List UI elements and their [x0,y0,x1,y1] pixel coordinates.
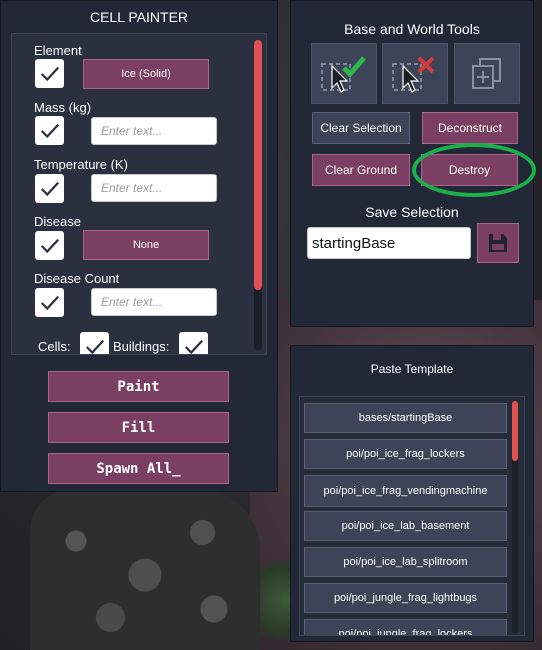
list-item[interactable]: poi/poi_ice_frag_lockers [304,439,507,469]
cells-checkbox[interactable] [80,332,109,354]
floppy-disk-icon [489,234,507,252]
spawn-all-button[interactable]: Spawn All_ [48,453,229,484]
temperature-input[interactable]: Enter text... [91,174,217,202]
panel-title: Paste Template [370,362,454,376]
check-icon [40,238,59,253]
mass-input[interactable]: Enter text... [91,117,217,145]
check-icon [40,66,59,81]
scrollbar-thumb[interactable] [512,401,518,461]
save-button[interactable] [477,223,519,263]
copy-icon [472,57,501,89]
disease-count-checkbox[interactable] [35,288,64,317]
list-item[interactable]: poi/poi_ice_lab_splitroom [304,547,507,577]
panel-title: CELL PAINTER [89,9,189,25]
save-selection-label: Save Selection [365,204,459,220]
mass-label: Mass (kg) [34,100,92,115]
disease-count-input[interactable]: Enter text... [91,288,217,316]
list-item[interactable]: poi/poi_jungle_frag_lightbugs [304,583,507,613]
element-label: Element [34,43,82,58]
deconstruct-button[interactable]: Deconstruct [422,112,518,144]
check-icon [184,339,203,354]
deselect-area-button[interactable] [382,43,448,104]
temperature-checkbox[interactable] [35,174,64,203]
save-name-input[interactable]: startingBase [307,227,471,259]
disease-count-label: Disease Count [34,271,120,286]
stone-terrain [30,490,260,650]
cell-painter-panel: CELL PAINTER Element Ice (Solid) Mass (k… [0,0,278,492]
check-icon [40,181,59,196]
list-item[interactable]: poi/poi_jungle_frag_lockers [304,619,507,635]
list-item[interactable]: bases/startingBase [304,403,507,433]
temperature-label: Temperature (K) [34,157,128,172]
highlight-ring-annotation [412,143,536,197]
check-icon [40,123,59,138]
clear-selection-button[interactable]: Clear Selection [312,112,410,144]
mass-checkbox[interactable] [35,116,64,145]
copy-button[interactable] [454,43,520,104]
scrollbar-thumb[interactable] [254,40,262,290]
element-select-button[interactable]: Ice (Solid) [83,59,209,89]
panel-title: Base and World Tools [344,21,480,37]
select-area-icon [321,55,366,93]
list-item[interactable]: poi/poi_ice_frag_vendingmachine [304,475,507,507]
paint-button[interactable]: Paint [48,371,229,402]
paste-template-panel: Paste Template bases/startingBase poi/po… [290,345,534,642]
buildings-label: Buildings: [113,339,170,354]
fill-button[interactable]: Fill [48,412,229,443]
disease-label: Disease [34,214,81,229]
template-list[interactable]: bases/startingBase poi/poi_ice_frag_lock… [299,396,525,636]
element-checkbox[interactable] [35,59,64,88]
select-area-button[interactable] [311,43,377,104]
buildings-checkbox[interactable] [179,332,208,354]
check-icon [40,295,59,310]
check-icon [85,339,104,354]
list-item[interactable]: poi/poi_ice_lab_basement [304,511,507,541]
clear-ground-button[interactable]: Clear Ground [312,154,410,186]
disease-checkbox[interactable] [35,231,64,260]
disease-select-button[interactable]: None [83,230,209,260]
cells-label: Cells: [38,339,71,354]
cell-painter-scroll-area[interactable]: Element Ice (Solid) Mass (kg) Enter text… [11,33,267,355]
deselect-area-icon [392,56,435,93]
